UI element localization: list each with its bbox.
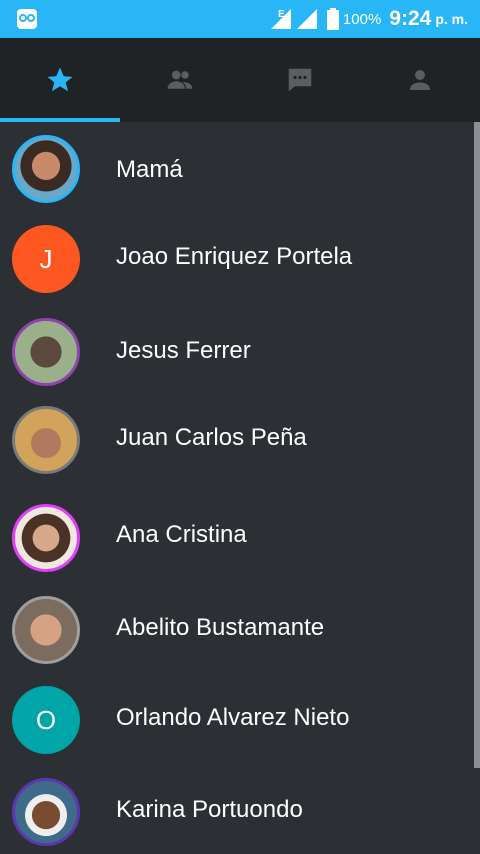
contact-avatar-photo: [12, 596, 80, 664]
contact-row[interactable]: Jesus Ferrer: [0, 308, 474, 398]
contact-row[interactable]: Mamá: [0, 122, 474, 217]
contact-row[interactable]: Karina Portuondo: [0, 764, 474, 854]
signal-icon-1: E: [270, 9, 291, 29]
chat-icon: [288, 68, 312, 92]
tab-groups[interactable]: [120, 38, 240, 122]
contact-name: Joao Enriquez Portela: [116, 243, 353, 270]
contact-avatar-photo: [12, 778, 80, 846]
tab-bar: [0, 38, 480, 122]
contact-avatar-photo: [12, 135, 80, 203]
star-icon: [47, 67, 73, 92]
favorites-list: Mamá J Joao Enriquez Portela Jesus Ferre…: [0, 122, 474, 854]
owl-app-icon: [17, 9, 37, 29]
contact-avatar-photo: [12, 406, 80, 474]
contact-name: Ana Cristina: [116, 521, 247, 548]
tab-messages[interactable]: [240, 38, 360, 122]
battery-icon: [326, 8, 339, 30]
avatar-initial-letter: O: [35, 704, 57, 735]
contact-avatar-photo: [12, 318, 80, 386]
contact-avatar-initial: O: [12, 686, 80, 754]
signal-icon-2: [296, 9, 317, 29]
contact-row[interactable]: Abelito Bustamante: [0, 582, 474, 673]
contact-name: Abelito Bustamante: [116, 614, 325, 641]
contact-row[interactable]: O Orlando Alvarez Nieto: [0, 673, 474, 764]
contact-row[interactable]: Ana Cristina: [0, 489, 474, 582]
group-icon: [167, 70, 193, 89]
status-bar: E 100% 9:24 p. m.: [0, 0, 480, 38]
list-scrollbar[interactable]: [474, 122, 480, 768]
contact-avatar-initial: J: [12, 225, 80, 293]
battery-percent: 100%: [342, 10, 382, 28]
clock-ampm: p. m.: [435, 11, 468, 27]
contact-name: Juan Carlos Peña: [116, 424, 307, 451]
contact-name: Mamá: [116, 156, 183, 183]
contact-row[interactable]: Juan Carlos Peña: [0, 398, 474, 489]
network-type-label: E: [278, 9, 285, 20]
tab-contacts[interactable]: [360, 38, 480, 122]
contact-name: Karina Portuondo: [116, 796, 303, 823]
contact-row[interactable]: J Joao Enriquez Portela: [0, 217, 474, 308]
tab-favorites[interactable]: [0, 38, 120, 122]
contact-avatar-photo: [12, 504, 80, 572]
avatar-initial-letter: J: [39, 243, 53, 274]
clock-time: 9:24: [389, 7, 432, 30]
contact-name: Orlando Alvarez Nieto: [116, 704, 350, 731]
person-icon: [410, 70, 430, 90]
contact-name: Jesus Ferrer: [116, 337, 251, 364]
